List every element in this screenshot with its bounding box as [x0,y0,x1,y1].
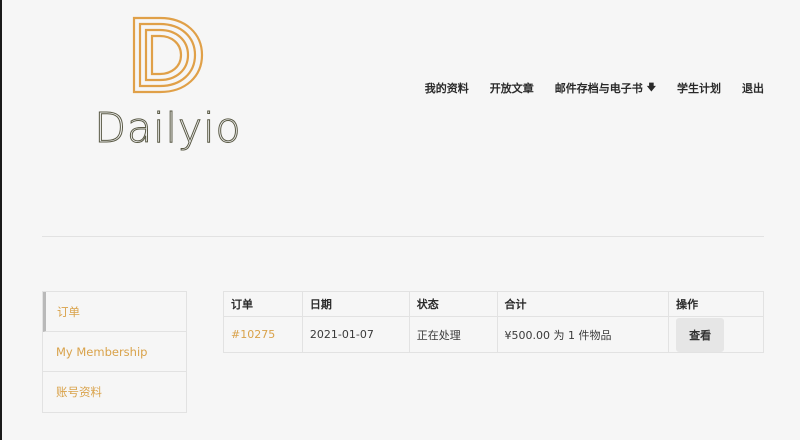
table-header-row: 订单 日期 状态 合计 操作 [223,291,764,317]
nav-item-label: 学生计划 [677,82,721,95]
account-menu-account-details[interactable]: 账号资料 [43,372,186,412]
order-actions-cell: 查看 [668,316,764,353]
account-menu: 订单 My Membership 账号资料 [42,291,187,413]
nav-item-label: 我的资料 [424,82,469,95]
nav-item-label: 开放文章 [489,82,534,95]
account-menu-orders[interactable]: 订单 [43,292,186,332]
column-header-status: 状态 [408,291,498,317]
nav-item-student-plan[interactable]: 学生计划 [677,80,721,96]
order-number-cell: #10275 [223,316,303,353]
nav-item-label: 退出 [742,82,764,95]
column-header-order: 订单 [223,291,303,317]
account-menu-membership[interactable]: My Membership [43,332,186,372]
logo-wordmark: Dailyio [94,104,242,153]
orders-table: 订单 日期 状态 合计 操作 #10275 2021-01-07 正在处理 ¥5… [223,291,764,353]
site-logo[interactable]: Dailyio [88,16,248,166]
account-menu-label: 订单 [57,304,80,319]
order-status: 正在处理 [408,316,498,353]
order-number-link[interactable]: #10275 [231,328,275,341]
nav-item-archive-ebooks[interactable]: 邮件存档与电子书 🡇 [555,80,656,96]
account-menu-label: 账号资料 [56,385,102,399]
order-date: 2021-01-07 [301,316,410,353]
order-total: ¥500.00 为 1 件物品 [496,316,670,353]
nav-item-logout[interactable]: 退出 [742,80,764,96]
nav-item-open-articles[interactable]: 开放文章 [490,80,534,96]
logo-d-mark [132,16,204,94]
nav-item-profile[interactable]: 我的资料 [425,80,469,96]
nav-item-label: 邮件存档与电子书 [554,82,643,95]
account-menu-label: My Membership [56,344,148,359]
table-row: #10275 2021-01-07 正在处理 ¥500.00 为 1 件物品 查… [223,316,764,353]
chevron-down-icon: 🡇 [646,83,656,93]
header-divider [42,236,764,237]
main-nav: 我的资料 开放文章 邮件存档与电子书 🡇 学生计划 退出 [404,80,764,96]
column-header-actions: 操作 [668,291,764,317]
page: Dailyio 我的资料 开放文章 邮件存档与电子书 🡇 学生计划 退出 订单 … [0,0,800,440]
view-order-button[interactable]: 查看 [676,317,725,352]
column-header-date: 日期 [301,291,410,317]
column-header-total: 合计 [496,291,670,317]
